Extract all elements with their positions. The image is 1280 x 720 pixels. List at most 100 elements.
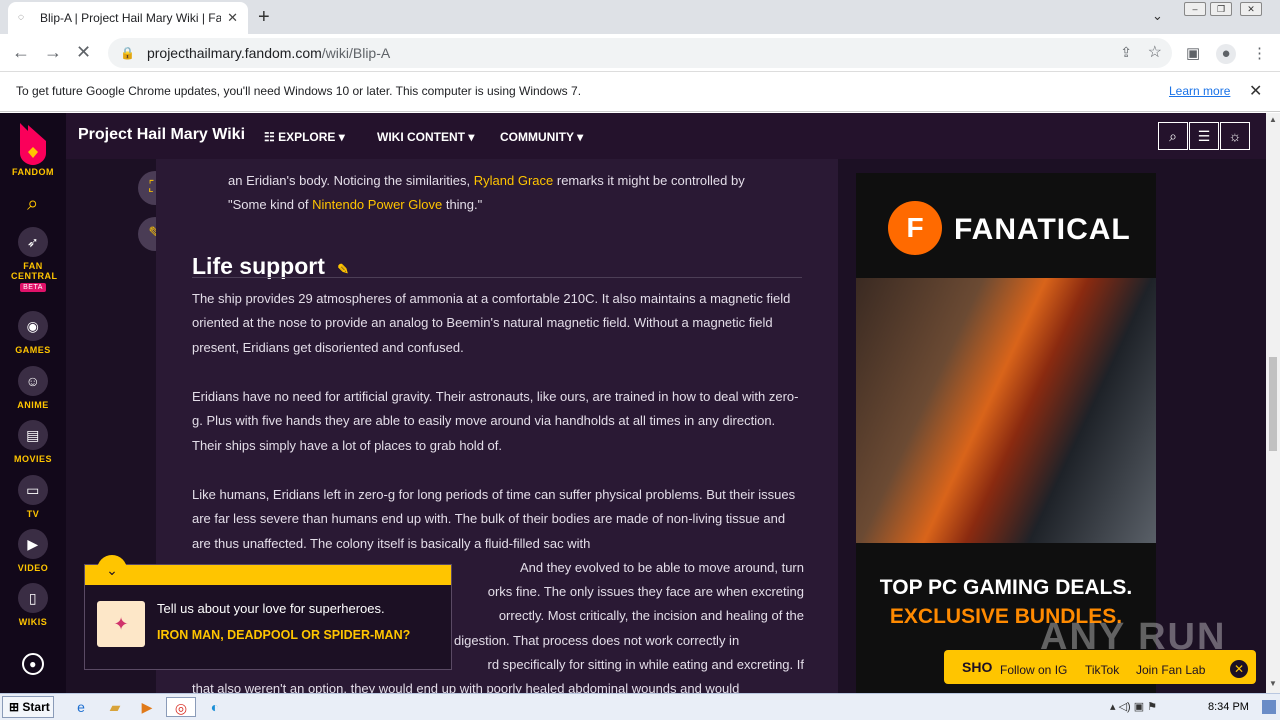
heading-divider [192,277,802,278]
rocket-icon: ➶ [18,227,48,257]
tray-icons[interactable]: ▴ ◁) ▣ ⚑ [1110,700,1157,713]
search-icon[interactable]: ⌕ [1158,122,1188,150]
edge-icon[interactable]: ◐ [204,697,226,717]
tiktok-link[interactable]: TikTok [1085,663,1119,677]
share-icon[interactable]: ⇪ [1120,44,1132,61]
poll-answer-link[interactable]: IRON MAN, DEADPOOL OR SPIDER-MAN? [157,627,427,643]
rail-item-video[interactable]: ▶ VIDEO [0,529,66,573]
p3-line5-text: And they evolved to be able to move arou… [519,560,804,575]
user-button[interactable]: ● [0,653,66,679]
rail-item-games[interactable]: ◉ GAMES [0,311,66,355]
windows-taskbar: ⊞ Start e ▰ ▶ ◎ ◐ ▴ ◁) ▣ ⚑ 8:34 PM [0,693,1280,720]
restore-button[interactable]: ❐ [1210,2,1232,16]
ad-artwork [856,278,1156,543]
poll-illustration-icon: ✦ [97,601,145,647]
tab-search-icon[interactable]: ⌄ [1152,8,1163,24]
chrome-taskbar-icon[interactable]: ◎ [166,697,196,717]
rail-item-movies[interactable]: ▤ MOVIES [0,420,66,464]
ad-headline-1: TOP PC GAMING DEALS. [879,576,1133,599]
nintendo-power-glove-link[interactable]: Nintendo Power Glove [312,197,442,212]
scrollbar-thumb[interactable] [1269,357,1277,451]
search-button[interactable]: ⌕ [0,193,66,216]
ryland-grace-link[interactable]: Ryland Grace [474,173,553,188]
popup-bar [85,565,451,585]
join-fan-lab-link[interactable]: Join Fan Lab [1136,663,1205,677]
scroll-up-icon[interactable]: ▲ [1269,115,1277,124]
profile-icon[interactable]: ● [1216,44,1236,64]
explorer-icon[interactable]: ▰ [104,697,126,717]
clock[interactable]: 8:34 PM [1208,701,1249,713]
side-panel-icon[interactable]: ▣ [1186,44,1200,62]
book-icon: ▯ [18,583,48,613]
paragraph-1: The ship provides 29 atmospheres of ammo… [192,291,791,355]
clipped-line [228,155,840,165]
address-bar[interactable]: 🔒 projecthailmary.fandom.com /wiki/Blip-… [108,38,1172,68]
start-label: Start [22,700,50,714]
superhero-poll-popup[interactable]: ⌄ ✦ Tell us about your love for superher… [84,555,452,670]
lock-icon[interactable]: 🔒 [120,46,135,60]
follow-bar: SHO Follow on IG TikTok Join Fan Lab ✕ [944,650,1256,684]
bookmark-star-icon[interactable]: ☆ [1148,42,1162,62]
rail-item-label: WIKIS [18,617,48,627]
intro-text: an Eridian's body. Noticing the similari… [228,173,471,188]
user-icon: ● [22,653,44,675]
beta-badge: BETA [20,283,46,292]
gamepad-icon: ◉ [18,311,48,341]
p3-line7: orrectly. Most critically, the incision … [498,608,804,623]
p3-line10: that also weren't an option, they would … [192,681,740,693]
forward-icon[interactable]: → [44,42,62,63]
new-tab-button[interactable]: + [258,6,270,29]
p3-text: Like humans, Eridians left in zero-g for… [192,487,796,551]
tab-title: Blip-A | Project Hail Mary Wiki | Fand [40,11,222,25]
fanatical-ad[interactable]: F FANATICAL TOP PC GAMING DEALS. EXCLUSI… [856,173,1156,693]
fandom-label: FANDOM [12,167,54,177]
fandom-rail: FANDOM ⌕ ➶ FAN CENTRAL BETA ◉ GAMES ☺ AN… [0,113,66,693]
play-icon: ▶ [18,529,48,559]
wiki-name[interactable]: Project Hail Mary Wiki [78,126,245,144]
chevron-down-icon[interactable]: ⌄ [97,555,127,585]
menu-wiki-content[interactable]: WIKI CONTENT ▾ [377,130,474,144]
shop-button[interactable]: SHO [962,659,992,675]
p3-line8: digestion. That process does not work co… [454,633,740,648]
tab-strip: ◌ Blip-A | Project Hail Mary Wiki | Fand… [0,0,1280,34]
follow-ig-link[interactable]: Follow on IG [1000,663,1067,677]
ie-icon[interactable]: e [70,697,92,717]
search-icon: ⌕ [27,193,39,215]
url-path: /wiki/Blip-A [321,45,391,61]
learn-more-link[interactable]: Learn more [1169,84,1230,98]
media-player-icon[interactable]: ▶ [136,697,158,717]
start-button[interactable]: ⊞ Start [2,696,54,718]
fandom-logo[interactable]: FANDOM [0,121,66,177]
rail-item-fan-central[interactable]: ➶ FAN CENTRAL BETA [0,227,66,292]
minimize-button[interactable]: – [1184,2,1206,16]
close-icon[interactable]: ✕ [1249,81,1262,101]
scroll-down-icon[interactable]: ▼ [1269,679,1277,688]
fandom-logo-icon [20,123,46,165]
menu-label: COMMUNITY [500,130,574,144]
rail-item-label: ANIME [17,400,49,410]
discussions-icon[interactable]: ☰ [1189,122,1219,150]
rail-item-label: MOVIES [13,454,52,464]
back-icon[interactable]: ← [12,42,30,63]
show-desktop-button[interactable] [1262,700,1276,714]
theme-toggle-icon[interactable]: ☼ [1220,122,1250,150]
tab-active[interactable]: ◌ Blip-A | Project Hail Mary Wiki | Fand… [8,2,248,34]
menu-community[interactable]: COMMUNITY ▾ [500,130,583,144]
rail-item-tv[interactable]: ▭ TV [0,475,66,519]
section-heading: Life support ✎ [192,253,349,280]
wiki-header: Project Hail Mary Wiki ☷ EXPLORE ▾ WIKI … [66,113,1266,159]
menu-explore[interactable]: ☷ EXPLORE ▾ [264,130,345,144]
edit-section-icon[interactable]: ✎ [337,261,349,277]
close-icon[interactable]: ✕ [1230,660,1248,678]
paragraph-2: Eridians have no need for artificial gra… [192,389,799,453]
rail-item-wikis[interactable]: ▯ WIKIS [0,583,66,627]
close-tab-icon[interactable]: ✕ [227,10,238,26]
scrollbar[interactable]: ▲ ▼ [1266,113,1280,693]
close-window-button[interactable]: ✕ [1240,2,1262,16]
menu-kebab-icon[interactable]: ⋮ [1252,44,1267,62]
menu-label: EXPLORE [278,130,336,144]
fanatical-logo-icon: F [888,201,942,255]
poll-question: Tell us about your love for superheroes. [157,601,385,616]
stop-icon[interactable]: ✕ [76,42,91,63]
rail-item-anime[interactable]: ☺ ANIME [0,366,66,410]
